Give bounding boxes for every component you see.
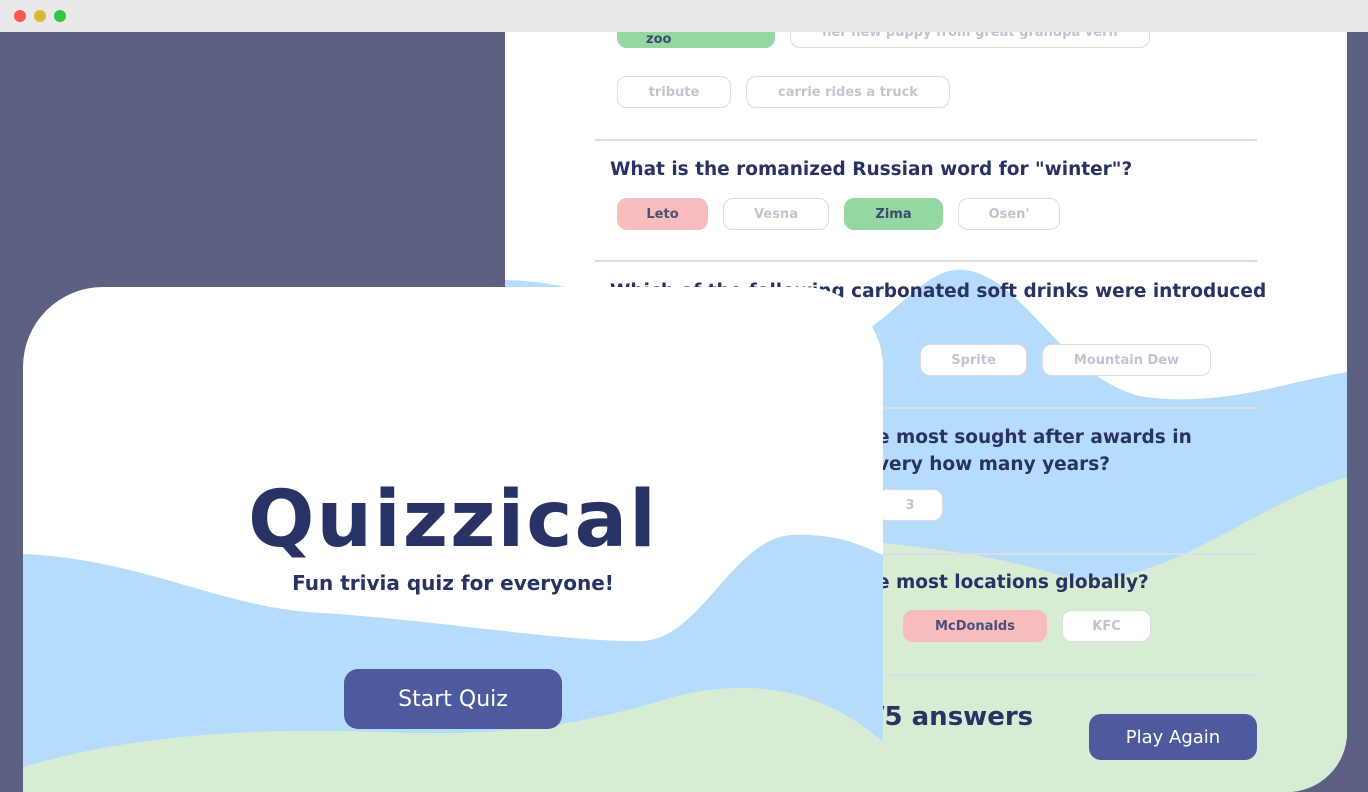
answer-option[interactable]: Leto bbox=[617, 198, 708, 230]
question-2-text: What is the romanized Russian word for "… bbox=[610, 159, 1133, 180]
answer-option[interactable]: KFC bbox=[1062, 610, 1151, 642]
play-again-button[interactable]: Play Again bbox=[1089, 714, 1257, 760]
question-1-answers-row2: tribute carrie rides a truck bbox=[617, 76, 950, 108]
question-2-answers: Leto Vesna Zima Osen' bbox=[617, 198, 1060, 230]
answer-option[interactable]: carrie rides a truck bbox=[746, 76, 950, 108]
answer-option[interactable]: me at the zoo bbox=[617, 32, 775, 48]
window-titlebar bbox=[0, 0, 1368, 32]
start-quiz-button[interactable]: Start Quiz bbox=[344, 669, 562, 729]
answer-option[interactable]: Vesna bbox=[723, 198, 829, 230]
question-4-text-line2: very how many years? bbox=[877, 454, 1111, 475]
question-4-text-line1: e most sought after awards in bbox=[877, 427, 1192, 448]
question-4-answers: 3 bbox=[877, 489, 943, 521]
start-page: Quizzical Fun trivia quiz for everyone! … bbox=[23, 287, 883, 792]
maximize-window-icon[interactable] bbox=[54, 10, 66, 22]
answer-option[interactable]: her new puppy from great grandpa vern bbox=[790, 32, 1150, 48]
question-5-answers: McDonalds KFC bbox=[903, 610, 1151, 642]
question-1-answers: me at the zoo her new puppy from great g… bbox=[617, 32, 1150, 48]
answer-option[interactable]: Mountain Dew bbox=[1042, 344, 1211, 376]
question-divider bbox=[595, 260, 1257, 262]
minimize-window-icon[interactable] bbox=[34, 10, 46, 22]
answer-option[interactable]: Zima bbox=[844, 198, 943, 230]
app-title: Quizzical bbox=[248, 475, 658, 565]
answer-option[interactable]: 3 bbox=[877, 489, 943, 521]
question-divider bbox=[595, 139, 1257, 141]
score-text: /5 answers bbox=[875, 702, 1034, 732]
answer-option[interactable]: McDonalds bbox=[903, 610, 1047, 642]
app-subtitle: Fun trivia quiz for everyone! bbox=[292, 571, 614, 595]
question-3-answers: Sprite Mountain Dew bbox=[920, 344, 1211, 376]
close-window-icon[interactable] bbox=[14, 10, 26, 22]
question-5-text: e most locations globally? bbox=[877, 572, 1149, 593]
answer-option[interactable]: Sprite bbox=[920, 344, 1027, 376]
answer-option[interactable]: tribute bbox=[617, 76, 731, 108]
answer-option[interactable]: Osen' bbox=[958, 198, 1060, 230]
